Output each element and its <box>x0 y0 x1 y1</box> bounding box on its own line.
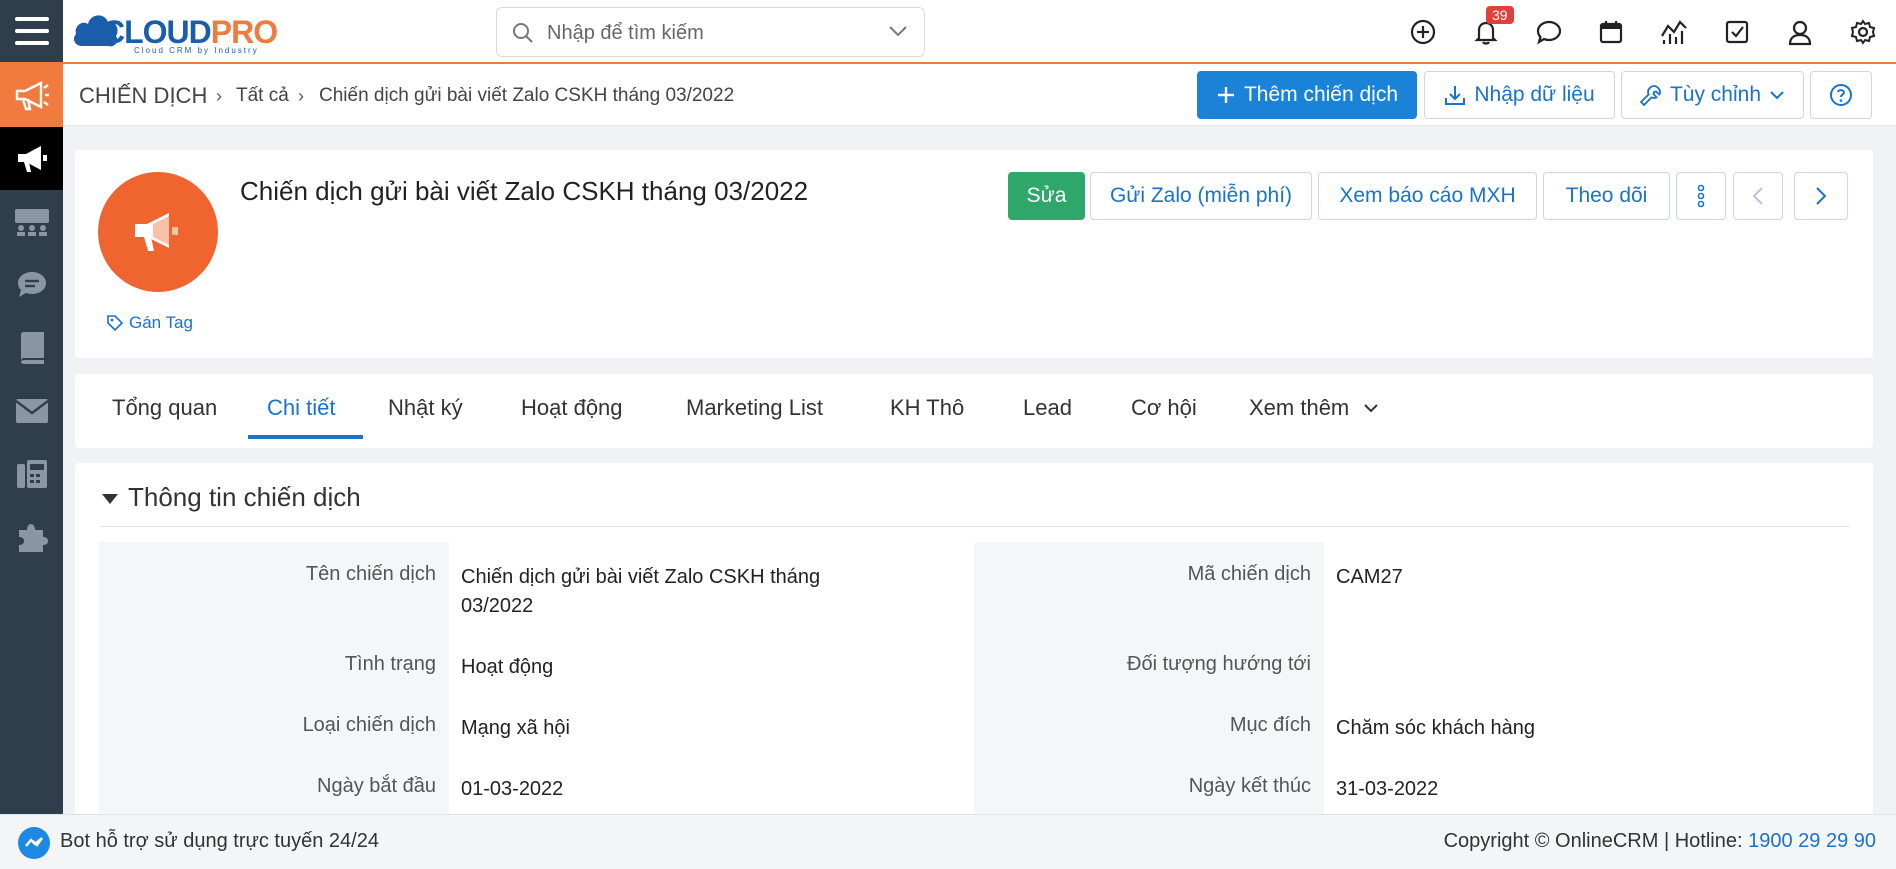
tab-opportunities[interactable]: Cơ hội <box>1131 395 1197 421</box>
sidebar-item-marketing[interactable] <box>0 127 63 190</box>
megaphone-icon <box>17 145 47 172</box>
field-label-purpose: Mục đích <box>1229 714 1311 736</box>
top-header: CLOUDPRO Cloud CRM by Industry 39 <box>0 0 1896 64</box>
next-record-button[interactable] <box>1794 172 1848 220</box>
gear-icon[interactable] <box>1848 17 1878 47</box>
puzzle-icon <box>18 523 48 552</box>
section-divider <box>99 526 1850 527</box>
follow-button[interactable]: Theo dõi <box>1543 172 1670 220</box>
calendar-icon[interactable] <box>1596 17 1626 47</box>
sidebar-item-customers[interactable] <box>0 190 63 253</box>
tab-activities[interactable]: Hoạt động <box>521 395 623 421</box>
social-report-button[interactable]: Xem báo cáo MXH <box>1318 172 1537 220</box>
megaphone-icon <box>15 80 49 110</box>
breadcrumb-current: Chiến dịch gửi bài viết Zalo CSKH tháng … <box>319 85 735 106</box>
download-icon <box>1445 86 1466 105</box>
chevron-right-icon <box>1816 187 1827 205</box>
field-value-start-date: 01-03-2022 <box>461 778 564 800</box>
breadcrumb-module[interactable]: CHIẾN DỊCH <box>79 83 207 109</box>
send-zalo-button[interactable]: Gửi Zalo (miễn phí) <box>1090 172 1312 220</box>
left-sidebar <box>0 64 63 814</box>
field-value-campaign-code: CAM27 <box>1336 566 1403 588</box>
field-value-campaign-type: Mạng xã hội <box>461 717 570 739</box>
sidebar-item-conversations[interactable] <box>0 253 63 316</box>
field-label-campaign-name: Tên chiến dịch <box>305 563 436 585</box>
chat-icon[interactable] <box>1534 17 1564 47</box>
notification-badge: 39 <box>1486 6 1514 24</box>
add-campaign-button[interactable]: Thêm chiến dịch <box>1197 71 1417 119</box>
previous-record-button[interactable] <box>1733 172 1783 220</box>
comment-icon <box>17 271 46 297</box>
field-label-status: Tình trạng <box>344 653 436 675</box>
logo-subtitle: Cloud CRM by Industry <box>134 46 259 55</box>
field-label-campaign-type: Loại chiến dịch <box>302 714 436 736</box>
collapse-caret-icon[interactable] <box>102 494 118 504</box>
kebab-menu-icon <box>1697 184 1705 208</box>
more-actions-button[interactable] <box>1676 172 1726 220</box>
record-title: Chiến dịch gửi bài viết Zalo CSKH tháng … <box>240 176 809 206</box>
field-value-purpose: Chăm sóc khách hàng <box>1336 717 1536 739</box>
chevron-left-icon <box>1752 187 1763 205</box>
chart-icon[interactable] <box>1659 17 1689 47</box>
chevron-right-icon: › <box>298 86 304 106</box>
chevron-down-icon[interactable] <box>888 24 908 38</box>
search-icon <box>513 23 533 43</box>
search-box[interactable] <box>496 7 925 57</box>
search-input[interactable] <box>547 18 867 48</box>
messenger-icon[interactable] <box>18 827 50 859</box>
tab-overview[interactable]: Tổng quan <box>112 395 217 421</box>
edit-button[interactable]: Sửa <box>1008 172 1085 220</box>
field-value-campaign-name: Chiến dịch gửi bài viết Zalo CSKH tháng … <box>461 566 821 617</box>
wrench-icon <box>1639 85 1661 106</box>
book-icon <box>20 331 44 364</box>
tab-more[interactable]: Xem thêm <box>1249 395 1379 421</box>
sidebar-item-email[interactable] <box>0 379 63 442</box>
active-tab-indicator <box>248 435 363 439</box>
chevron-right-icon: › <box>216 86 222 106</box>
plus-icon <box>1217 87 1234 103</box>
user-icon[interactable] <box>1785 17 1815 47</box>
tab-log[interactable]: Nhật ký <box>388 395 463 421</box>
checkbox-icon[interactable] <box>1722 17 1752 47</box>
field-value-end-date: 31-03-2022 <box>1336 778 1439 800</box>
tab-raw-customers[interactable]: KH Thô <box>890 395 964 421</box>
group-icon <box>14 208 49 236</box>
import-data-button[interactable]: Nhập dữ liệu <box>1424 71 1615 119</box>
tab-details[interactable]: Chi tiết <box>267 395 335 421</box>
mail-icon <box>14 398 49 423</box>
help-button[interactable] <box>1810 71 1872 119</box>
chevron-down-icon <box>1770 91 1784 100</box>
tab-lead[interactable]: Lead <box>1023 395 1072 421</box>
field-label-target-audience: Đối tượng hướng tới <box>1127 653 1311 675</box>
sidebar-item-call-center[interactable] <box>0 442 63 505</box>
chevron-down-icon <box>1364 404 1378 413</box>
footer-bar: Bot hỗ trợ sử dụng trực tuyến 24/24 Copy… <box>0 814 1896 869</box>
section-title[interactable]: Thông tin chiến dịch <box>128 482 361 513</box>
customize-dropdown-button[interactable]: Tùy chỉnh <box>1621 71 1804 119</box>
field-label-end-date: Ngày kết thúc <box>1188 775 1311 797</box>
cloudpro-logo[interactable]: CLOUDPRO Cloud CRM by Industry <box>72 6 292 56</box>
megaphone-icon <box>135 213 178 251</box>
fax-icon <box>16 459 47 488</box>
assign-tag-link[interactable]: Gán Tag <box>106 313 193 333</box>
hotline-number[interactable]: 1900 29 29 90 <box>1748 830 1876 852</box>
help-icon <box>1830 84 1852 106</box>
menu-toggle-button[interactable] <box>0 0 63 62</box>
sidebar-item-knowledge[interactable] <box>0 316 63 379</box>
tab-marketing-list[interactable]: Marketing List <box>686 395 823 421</box>
field-label-start-date: Ngày bắt đầu <box>317 775 436 797</box>
campaign-avatar <box>98 172 218 292</box>
breadcrumb-all[interactable]: Tất cả <box>236 85 289 107</box>
add-circle-icon[interactable] <box>1408 17 1438 47</box>
sidebar-item-campaign[interactable] <box>0 64 63 127</box>
field-label-campaign-code: Mã chiến dịch <box>1187 563 1311 585</box>
footer-copyright: Copyright © OnlineCRM | Hotline: 1900 29… <box>1443 830 1876 852</box>
sidebar-item-extensions[interactable] <box>0 505 63 568</box>
field-value-status: Hoạt động <box>461 656 554 678</box>
support-bot-link[interactable]: Bot hỗ trợ sử dụng trực tuyến 24/24 <box>60 830 379 853</box>
tag-icon <box>107 315 124 332</box>
breadcrumb: CHIẾN DỊCH › Tất cả › Chiến dịch gửi bài… <box>63 64 1896 126</box>
